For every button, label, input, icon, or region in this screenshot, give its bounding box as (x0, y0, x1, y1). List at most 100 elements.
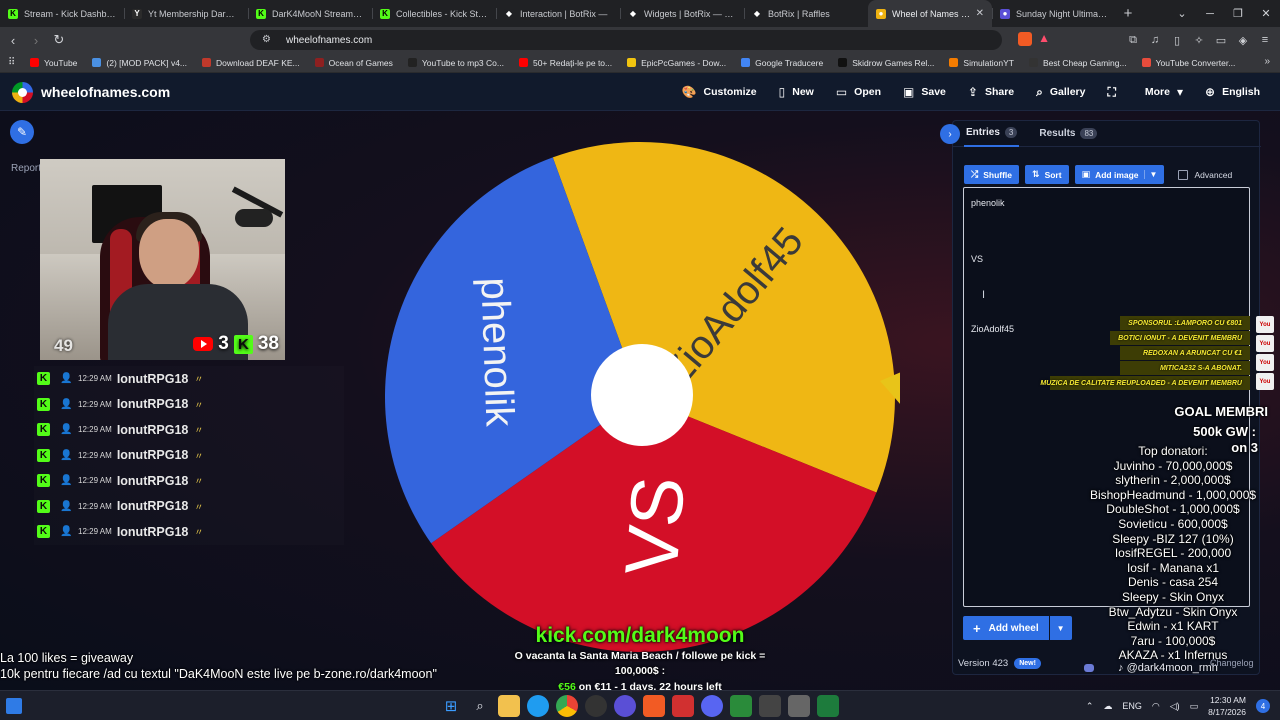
notification-badge[interactable]: 4 (1256, 699, 1270, 713)
menu-fullscreen[interactable]: ⛶ (1107, 85, 1122, 100)
leo-icon[interactable]: ✧ (1192, 31, 1206, 49)
shuffle-button[interactable]: ⤮ Shuffle (964, 165, 1020, 184)
browser-tab-1[interactable]: K Stream - Kick Dashboard (0, 0, 124, 27)
tab-search-icon[interactable]: ⌄ (1168, 0, 1196, 27)
brave-alt-icon[interactable] (672, 695, 694, 717)
app-green-icon[interactable] (730, 695, 752, 717)
bookmark-item[interactable]: Download DEAF KE... (202, 58, 300, 68)
forward-button[interactable]: › (26, 30, 46, 50)
obs-icon[interactable] (585, 695, 607, 717)
wheel-center-button[interactable] (591, 344, 693, 446)
excel-icon[interactable] (817, 695, 839, 717)
new-tab-button[interactable]: + (1116, 0, 1140, 27)
bookmark-item[interactable]: 50+ Redați-le pe to... (518, 58, 612, 68)
browser-tab-8[interactable]: ● Wheel of Names | Ra ✕ (868, 0, 992, 27)
bookmark-item[interactable]: Skidrow Games Rel... (838, 58, 934, 68)
browser-tab-5[interactable]: ◆ Interaction | BotRix — (496, 0, 620, 27)
notepad-icon[interactable] (788, 695, 810, 717)
bookmark-item[interactable]: YouTube Converter... (1141, 58, 1235, 68)
back-button[interactable]: ‹ (3, 30, 23, 50)
brave-rewards-icon[interactable]: ▲ (1038, 31, 1050, 45)
address-bar[interactable]: ⚙ wheelofnames.com ▲ (250, 30, 1050, 50)
browser-tab-4[interactable]: K Collectibles - Kick Stream (372, 0, 496, 27)
brave-icon[interactable] (643, 695, 665, 717)
add-image-button[interactable]: ▣ Add image ▼ (1074, 165, 1165, 184)
browser-tab-3[interactable]: K DarK4MooN Stream - Wa (248, 0, 372, 27)
tab-results[interactable]: Results 83 (1039, 121, 1098, 147)
changelog-link[interactable]: Changelog (1210, 658, 1254, 668)
clock[interactable]: 12:30 AM 8/17/2026 (1208, 694, 1246, 718)
explorer-icon[interactable] (498, 695, 520, 717)
bookmark-item[interactable]: Google Traducere (741, 58, 823, 68)
social-side-icons: You You You You (1256, 316, 1274, 390)
game-icon[interactable] (759, 695, 781, 717)
wheel-graphic[interactable]: ZioAdolf45VSphenolik (380, 141, 900, 661)
wallet-icon[interactable]: ▭ (1214, 31, 1228, 49)
tab-entries[interactable]: Entries 3 (964, 121, 1020, 147)
bookmark-item[interactable]: YouTube to mp3 Co... (407, 58, 504, 68)
browser-tab-6[interactable]: ◆ Widgets | BotRix — Cloud (620, 0, 744, 27)
sidebar-icon[interactable]: ▯ (1170, 31, 1184, 49)
chrome-icon[interactable] (556, 695, 578, 717)
bookmark-item[interactable]: SimulationYT (949, 58, 1014, 68)
wheel-logo-icon[interactable] (12, 82, 33, 103)
extensions-icon[interactable]: ⧉ (1126, 31, 1140, 49)
site-info-icon[interactable]: ⚙ (262, 34, 274, 46)
browser-tab-2[interactable]: Y Yt Membership DarK4MoO (124, 0, 248, 27)
apps-icon[interactable]: ⠿ (8, 57, 15, 68)
advanced-checkbox[interactable] (1178, 169, 1189, 180)
music-icon[interactable]: ♫ (1148, 31, 1162, 49)
emote-icon: 〃 (194, 476, 204, 487)
collapse-panel-button[interactable]: › (940, 124, 960, 144)
bookmark-item[interactable]: Best Cheap Gaming... (1028, 58, 1127, 68)
bookmark-item[interactable]: YouTube (30, 58, 77, 68)
battery-icon[interactable]: ▭ (1190, 701, 1199, 712)
add-wheel-button[interactable]: + Add wheel (963, 616, 1049, 640)
more-bookmarks-icon[interactable]: » (1264, 56, 1270, 67)
edge-icon[interactable] (527, 695, 549, 717)
bookmark-item[interactable]: EpicPcGames - Dow... (627, 58, 726, 68)
version-info[interactable]: Version 423 New! (958, 658, 1041, 669)
bookmark-item[interactable]: (2) [MOD PACK] v4... (92, 58, 187, 68)
reload-button[interactable]: ↻ (49, 30, 69, 50)
brave-shield-icon[interactable] (1018, 32, 1032, 46)
maximize-button[interactable]: ❐ (1224, 0, 1252, 27)
alert-item: MITICA232 S-A ABONAT. (1120, 361, 1250, 375)
menu-share[interactable]: ⇪ Share (968, 85, 1014, 99)
bookmark-label: EpicPcGames - Dow... (641, 57, 727, 68)
menu-customize[interactable]: 🎨 Customize (682, 85, 757, 99)
menu-icon[interactable]: ≡ (1258, 31, 1272, 49)
tray-chevron-icon[interactable]: ⌃ (1086, 701, 1094, 712)
volume-icon[interactable]: ◁) (1170, 701, 1180, 712)
menu-new[interactable]: ▯ New (779, 85, 814, 99)
discord-taskbar-icon[interactable] (701, 695, 723, 717)
site-logo[interactable]: wheelofnames.com (41, 84, 170, 100)
start-icon[interactable]: ⊞ (440, 695, 462, 717)
minimize-button[interactable]: ─ (1196, 0, 1224, 27)
version-label: Version 423 (958, 658, 1009, 669)
edit-pencil-button[interactable]: ✎ (10, 120, 34, 144)
close-window-button[interactable]: ✕ (1252, 0, 1280, 27)
widgets-icon[interactable] (6, 698, 22, 714)
menu-english[interactable]: ⊕ English (1205, 85, 1260, 99)
search-icon[interactable]: ⌕ (469, 695, 491, 717)
app-icon[interactable] (614, 695, 636, 717)
browser-tab-9[interactable]: ● Sunday Night Ultimate Le (992, 0, 1116, 27)
sort-button[interactable]: ⇅ Sort (1025, 165, 1069, 184)
browser-tab-7[interactable]: ◆ BotRix | Raffles (744, 0, 868, 27)
tray-app-icon[interactable]: ☁ (1103, 701, 1112, 712)
close-tab-icon[interactable]: ✕ (976, 8, 984, 19)
menu-gallery[interactable]: ⌕ Gallery (1036, 85, 1085, 100)
bookmark-item[interactable]: Ocean of Games (314, 58, 393, 68)
menu-save[interactable]: ▣ Save (903, 85, 946, 99)
report-link[interactable]: Report (11, 163, 41, 174)
advanced-toggle[interactable]: Advanced (1178, 169, 1232, 180)
menu-open[interactable]: ▭ Open (836, 85, 881, 99)
add-wheel-dropdown[interactable]: ▼ (1049, 616, 1072, 640)
wheel[interactable]: ZioAdolf45 VS phenolik (380, 141, 900, 661)
language-indicator[interactable]: ENG (1122, 701, 1142, 711)
donor-entry: Sovieticu - 600,000$ (1118, 516, 1228, 531)
menu-more[interactable]: More ▾ (1145, 85, 1183, 99)
wifi-icon[interactable]: ◠ (1152, 701, 1160, 712)
vpn-icon[interactable]: ◈ (1236, 31, 1250, 49)
